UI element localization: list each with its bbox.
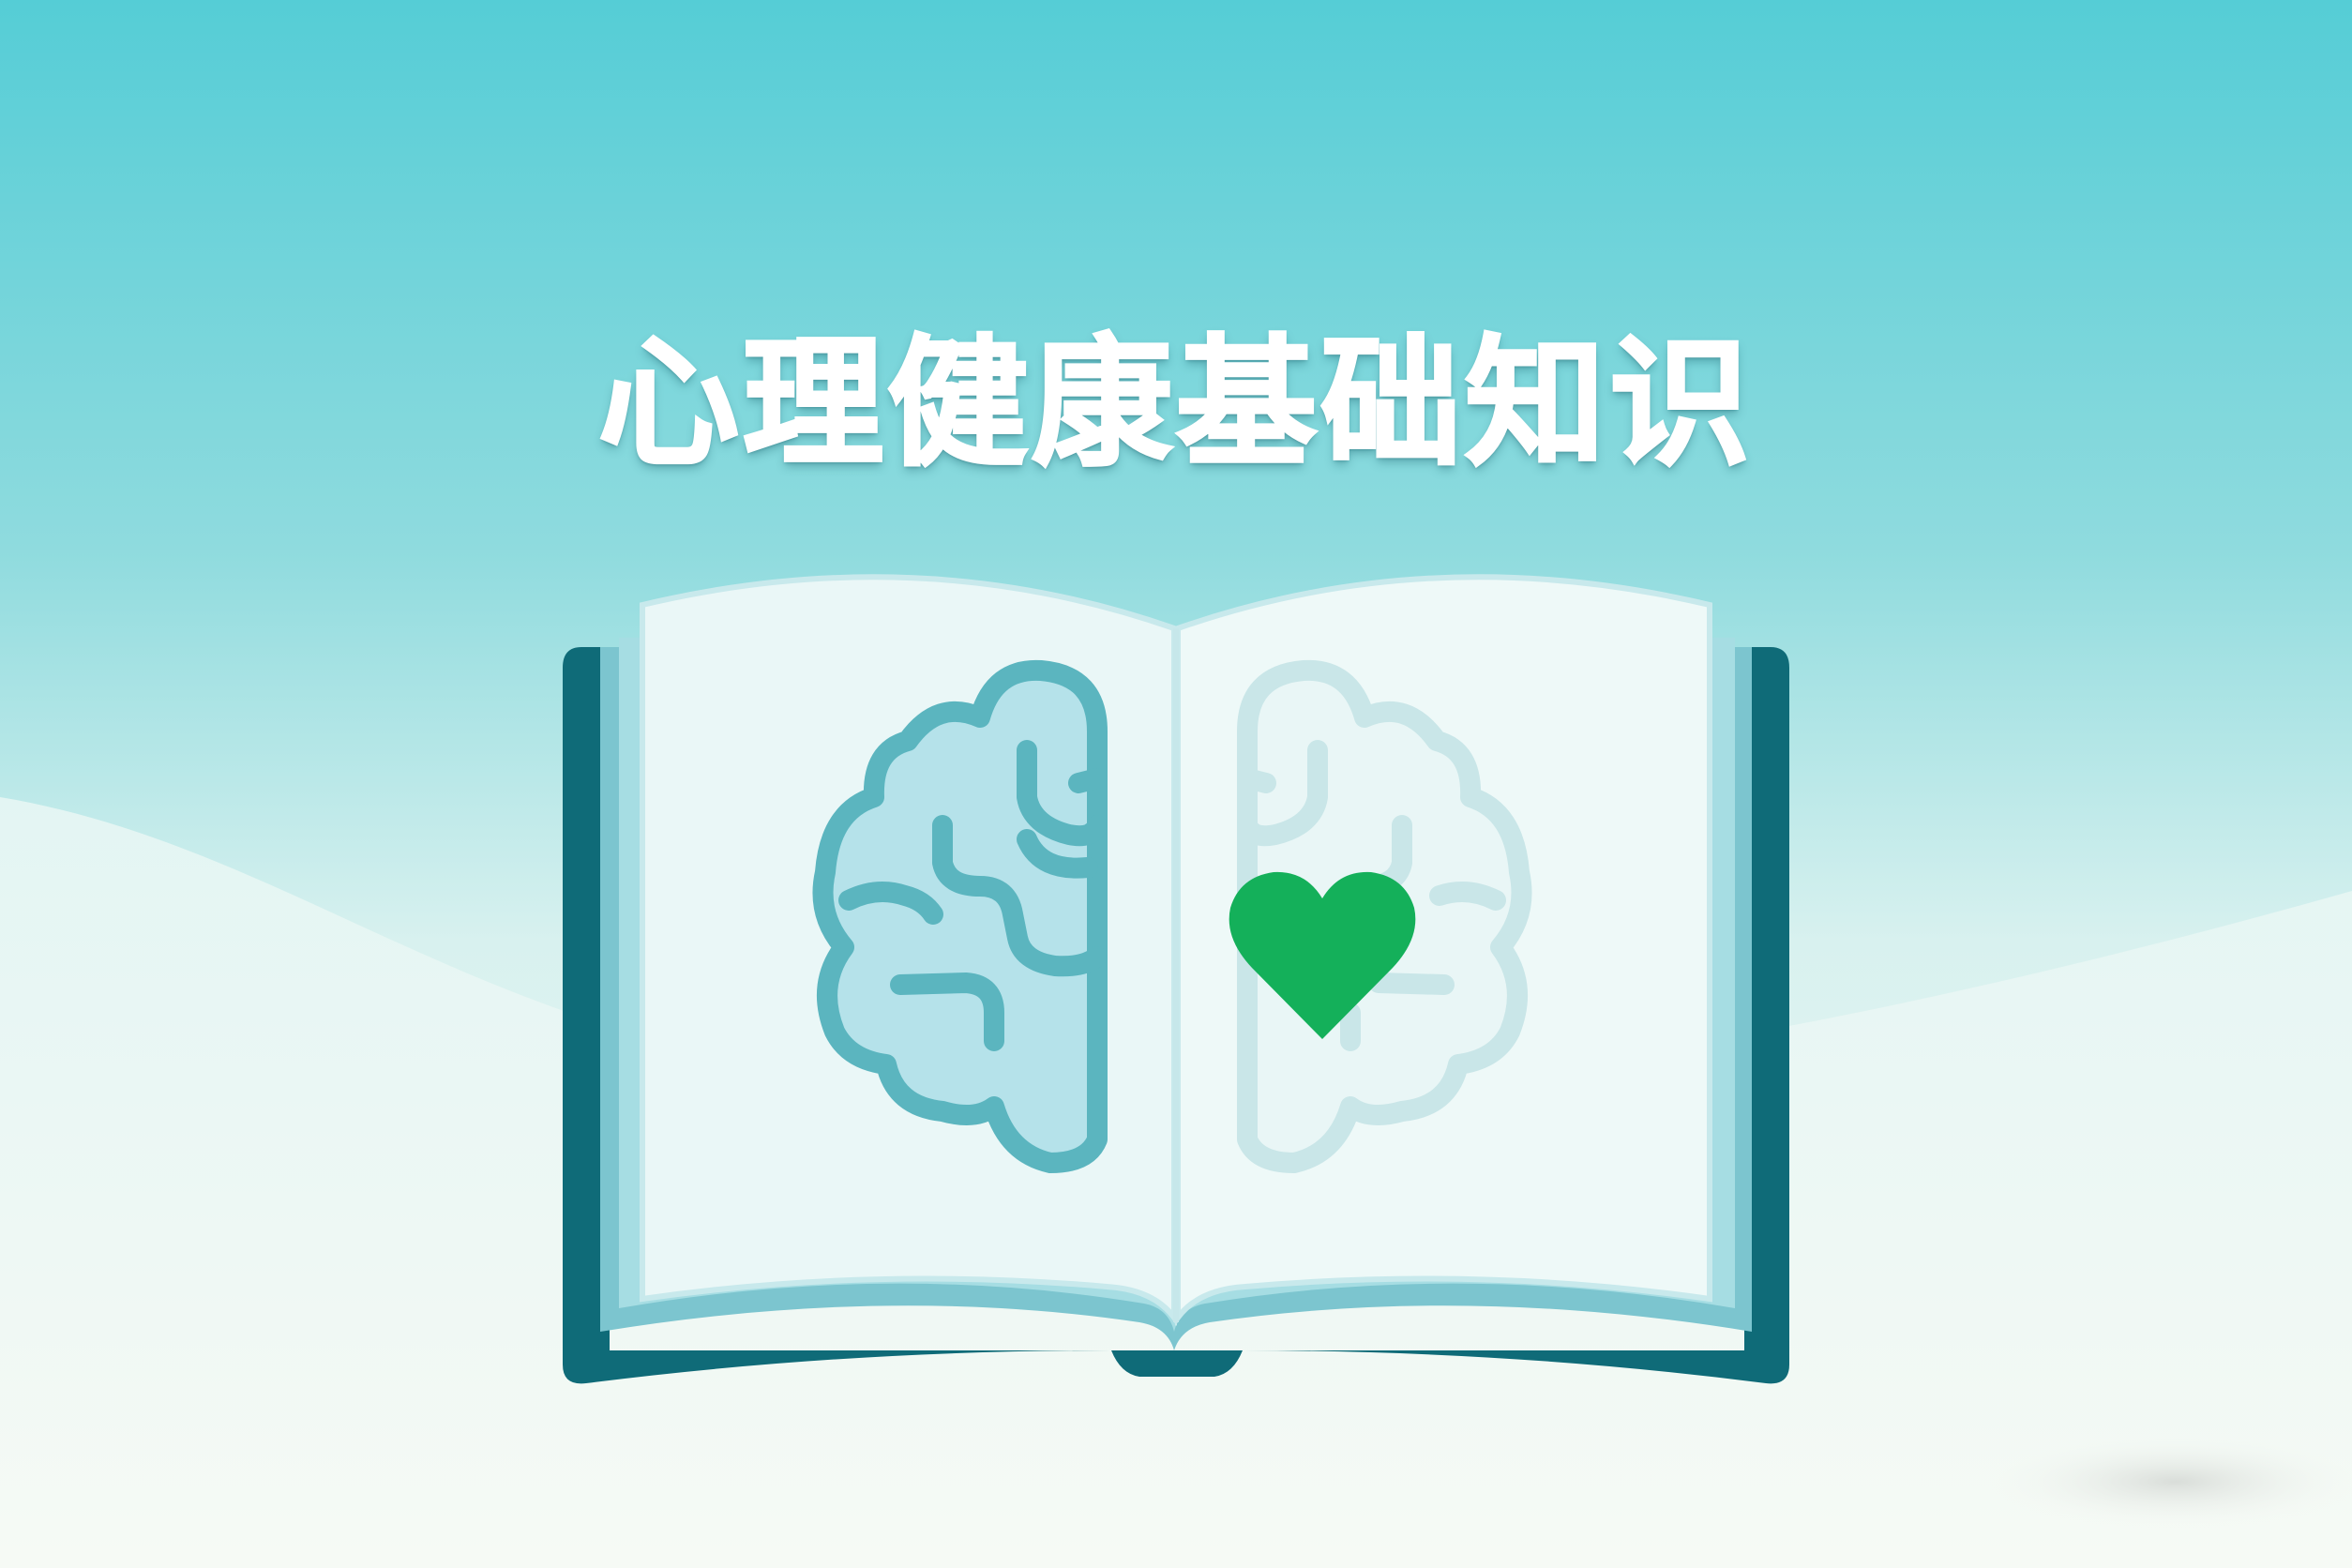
open-book-icon	[563, 574, 1789, 1384]
